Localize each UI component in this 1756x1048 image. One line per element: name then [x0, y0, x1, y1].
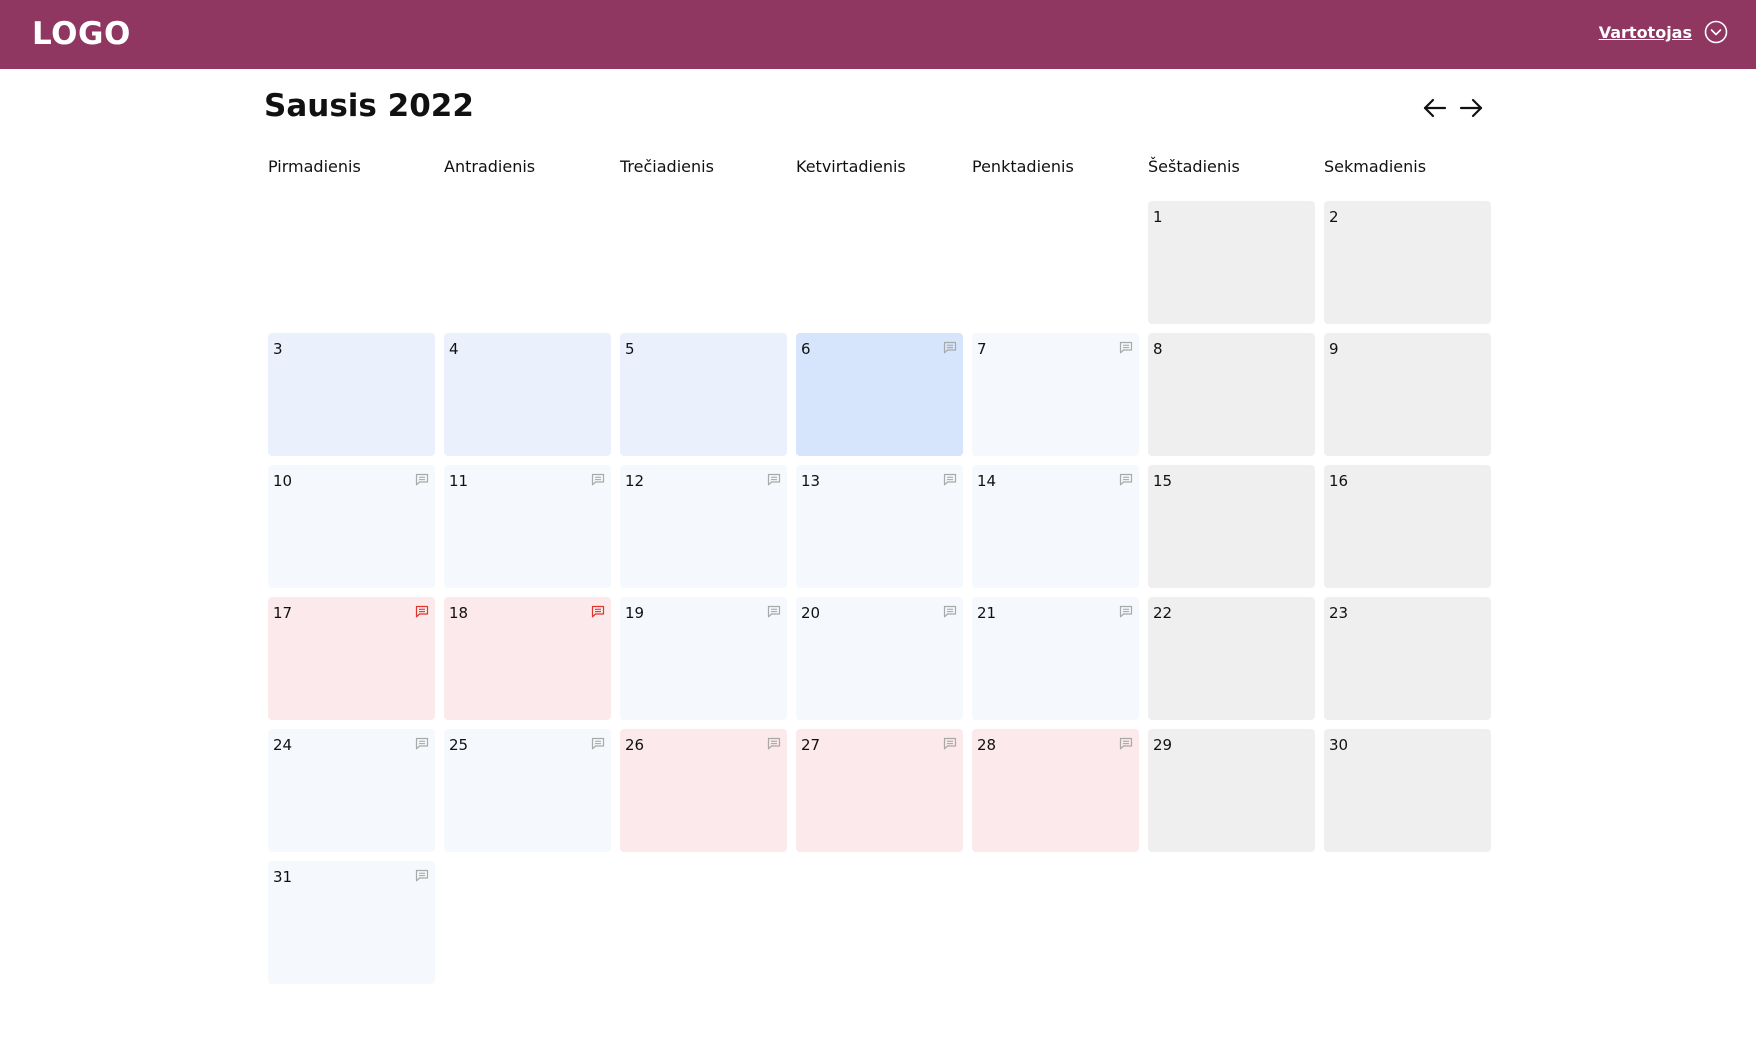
- calendar-day-31[interactable]: 31: [268, 861, 435, 984]
- comment-icon[interactable]: [1119, 471, 1133, 486]
- calendar-day-8[interactable]: 8: [1148, 333, 1315, 456]
- comment-icon[interactable]: [943, 603, 957, 618]
- calendar-day-7[interactable]: 7: [972, 333, 1139, 456]
- day-number: 6: [801, 340, 811, 358]
- day-number: 27: [801, 736, 821, 754]
- weekday-label: Ketvirtadienis: [796, 157, 906, 176]
- day-number: 20: [801, 604, 821, 622]
- day-number: 21: [977, 604, 997, 622]
- calendar-day-27[interactable]: 27: [796, 729, 963, 852]
- day-number: 1: [1153, 208, 1163, 226]
- comment-icon[interactable]: [415, 735, 429, 750]
- calendar-day-13[interactable]: 13: [796, 465, 963, 588]
- calendar-day-12[interactable]: 12: [620, 465, 787, 588]
- calendar-day-11[interactable]: 11: [444, 465, 611, 588]
- calendar-day-22[interactable]: 22: [1148, 597, 1315, 720]
- comment-icon[interactable]: [1119, 603, 1133, 618]
- comment-icon[interactable]: [943, 339, 957, 354]
- day-number: 17: [273, 604, 293, 622]
- day-number: 18: [449, 604, 469, 622]
- comment-icon[interactable]: [1119, 735, 1133, 750]
- day-number: 30: [1329, 736, 1349, 754]
- calendar-day-14[interactable]: 14: [972, 465, 1139, 588]
- day-number: 26: [625, 736, 645, 754]
- calendar-day-29[interactable]: 29: [1148, 729, 1315, 852]
- day-number: 14: [977, 472, 997, 490]
- day-number: 23: [1329, 604, 1349, 622]
- calendar-title: Sausis 2022: [264, 88, 474, 124]
- day-number: 9: [1329, 340, 1339, 358]
- weekday-label: Pirmadienis: [268, 157, 361, 176]
- comment-icon[interactable]: [1119, 339, 1133, 354]
- day-number: 8: [1153, 340, 1163, 358]
- day-number: 7: [977, 340, 987, 358]
- calendar-day-26[interactable]: 26: [620, 729, 787, 852]
- arrow-left-icon[interactable]: [1420, 93, 1450, 123]
- day-number: 24: [273, 736, 293, 754]
- day-number: 15: [1153, 472, 1173, 490]
- calendar-day-30[interactable]: 30: [1324, 729, 1491, 852]
- day-number: 19: [625, 604, 645, 622]
- calendar-day-25[interactable]: 25: [444, 729, 611, 852]
- day-number: 29: [1153, 736, 1173, 754]
- day-number: 13: [801, 472, 821, 490]
- weekday-label: Šeštadienis: [1148, 157, 1240, 176]
- day-number: 22: [1153, 604, 1173, 622]
- day-number: 28: [977, 736, 997, 754]
- calendar-day-19[interactable]: 19: [620, 597, 787, 720]
- calendar-day-20[interactable]: 20: [796, 597, 963, 720]
- day-number: 3: [273, 340, 283, 358]
- weekday-label: Antradienis: [444, 157, 536, 176]
- calendar-day-9[interactable]: 9: [1324, 333, 1491, 456]
- calendar-day-23[interactable]: 23: [1324, 597, 1491, 720]
- day-number: 10: [273, 472, 293, 490]
- calendar-day-24[interactable]: 24: [268, 729, 435, 852]
- day-number: 31: [273, 868, 293, 886]
- calendar-day-5[interactable]: 5: [620, 333, 787, 456]
- comment-icon[interactable]: [767, 471, 781, 486]
- calendar-day-15[interactable]: 15: [1148, 465, 1315, 588]
- arrow-right-icon[interactable]: [1456, 93, 1486, 123]
- comment-icon[interactable]: [591, 735, 605, 750]
- weekday-label: Sekmadienis: [1324, 157, 1427, 176]
- day-number: 2: [1329, 208, 1339, 226]
- calendar-day-4[interactable]: 4: [444, 333, 611, 456]
- calendar-day-16[interactable]: 16: [1324, 465, 1491, 588]
- comment-icon[interactable]: [415, 471, 429, 486]
- day-number: 4: [449, 340, 459, 358]
- day-number: 11: [449, 472, 469, 490]
- calendar-day-1[interactable]: 1: [1148, 201, 1315, 324]
- comment-icon[interactable]: [943, 471, 957, 486]
- day-number: 16: [1329, 472, 1349, 490]
- comment-icon[interactable]: [415, 867, 429, 882]
- weekday-label: Penktadienis: [972, 157, 1074, 176]
- day-number: 25: [449, 736, 469, 754]
- comment-icon[interactable]: [415, 603, 429, 618]
- logo[interactable]: LOGO: [32, 16, 131, 52]
- comment-icon[interactable]: [591, 471, 605, 486]
- calendar-day-3[interactable]: 3: [268, 333, 435, 456]
- top-bar: LOGO Vartotojas: [0, 0, 1756, 69]
- calendar-day-18[interactable]: 18: [444, 597, 611, 720]
- calendar-day-2[interactable]: 2: [1324, 201, 1491, 324]
- calendar-day-17[interactable]: 17: [268, 597, 435, 720]
- chevron-down-circle-icon[interactable]: [1704, 20, 1728, 44]
- weekday-label: Trečiadienis: [620, 157, 714, 176]
- comment-icon[interactable]: [767, 735, 781, 750]
- user-menu-link[interactable]: Vartotojas: [1599, 23, 1692, 42]
- comment-icon[interactable]: [943, 735, 957, 750]
- comment-icon[interactable]: [767, 603, 781, 618]
- comment-icon[interactable]: [591, 603, 605, 618]
- calendar-day-21[interactable]: 21: [972, 597, 1139, 720]
- calendar-day-28[interactable]: 28: [972, 729, 1139, 852]
- day-number: 12: [625, 472, 645, 490]
- day-number: 5: [625, 340, 635, 358]
- calendar-day-6[interactable]: 6: [796, 333, 963, 456]
- calendar-day-10[interactable]: 10: [268, 465, 435, 588]
